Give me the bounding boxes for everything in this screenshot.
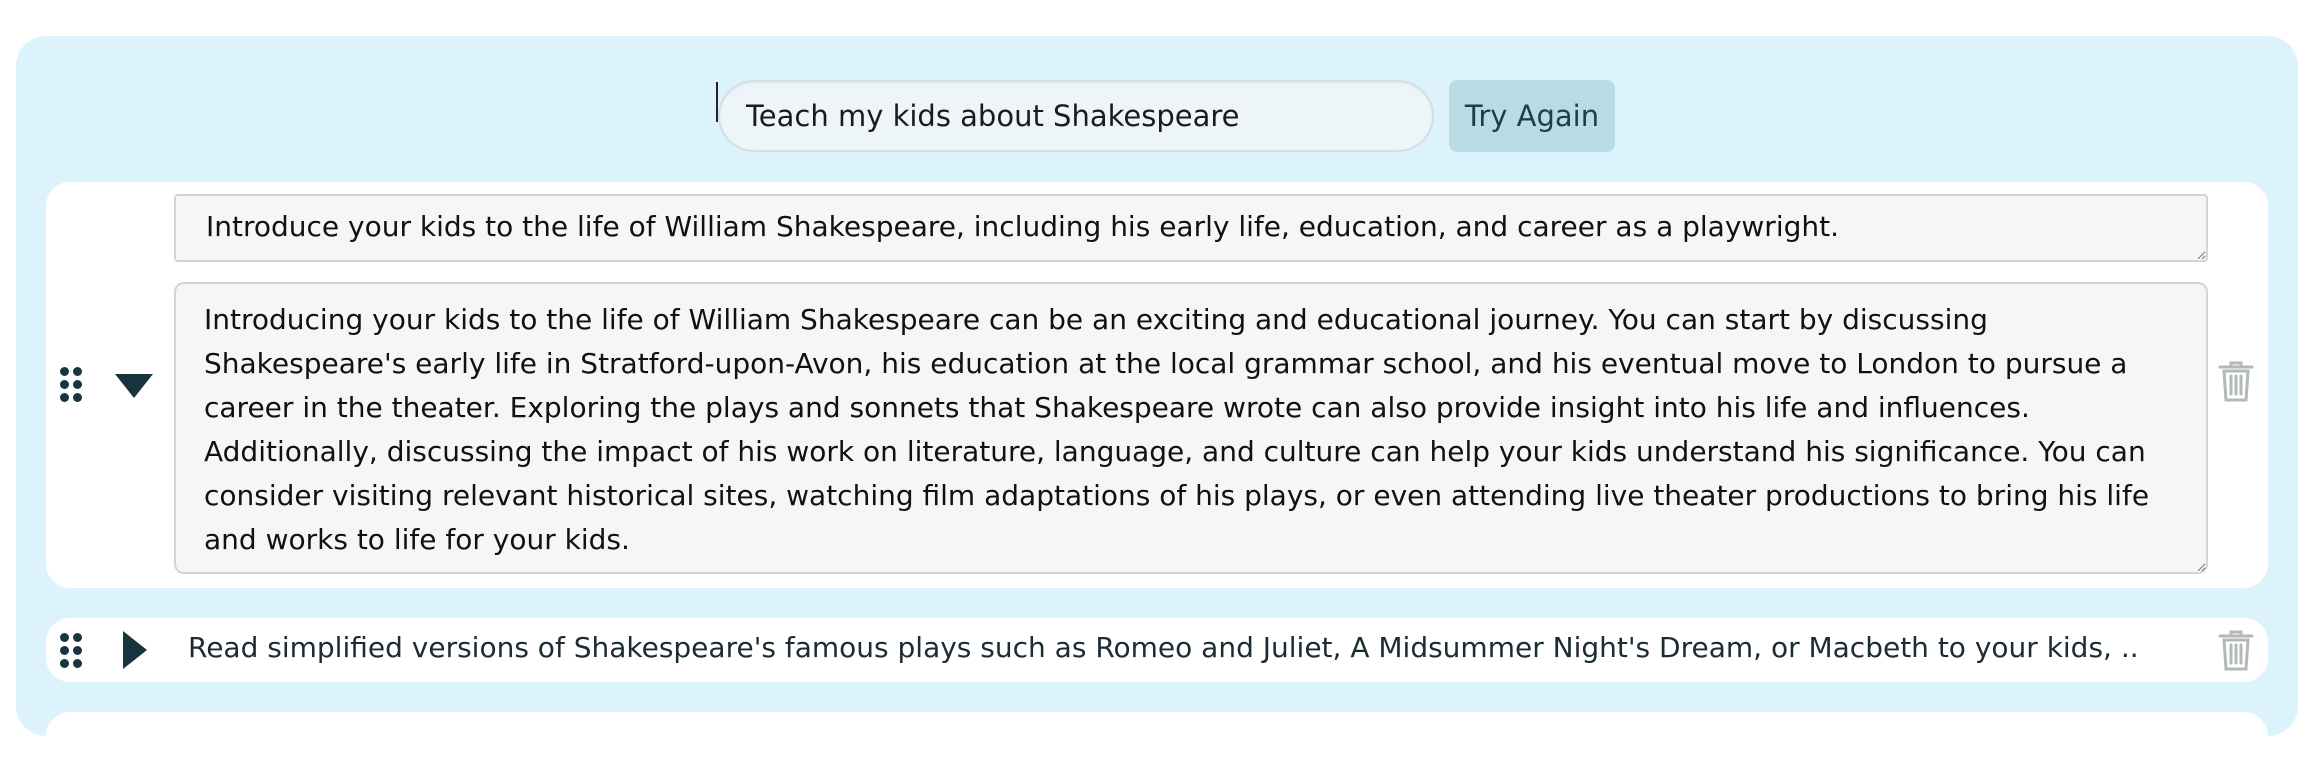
- trash-icon[interactable]: [2218, 628, 2254, 672]
- step-card-expanded: Introduce your kids to the life of Willi…: [46, 182, 2268, 588]
- drag-handle-icon[interactable]: [60, 633, 82, 668]
- step-body-field[interactable]: Introducing your kids to the life of Wil…: [174, 282, 2208, 574]
- step-title-field[interactable]: Introduce your kids to the life of Willi…: [174, 194, 2208, 262]
- caret-down-icon[interactable]: [115, 374, 153, 398]
- query-input[interactable]: [718, 80, 1434, 152]
- drag-handle-icon[interactable]: [60, 367, 82, 402]
- step-title-summary: Read simplified versions of Shakespeare'…: [188, 631, 2138, 664]
- try-again-button[interactable]: Try Again: [1449, 80, 1615, 152]
- query-row: Try Again: [16, 80, 2298, 152]
- step-card-next[interactable]: [46, 712, 2268, 776]
- caret-right-icon[interactable]: [123, 631, 147, 669]
- trash-icon[interactable]: [2218, 359, 2254, 403]
- step-card-collapsed[interactable]: Read simplified versions of Shakespeare'…: [46, 618, 2268, 682]
- task-panel: Try Again Introduce your kids to the lif…: [16, 36, 2298, 776]
